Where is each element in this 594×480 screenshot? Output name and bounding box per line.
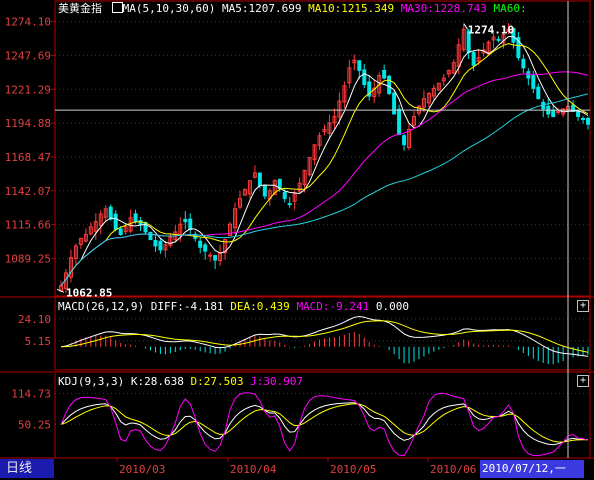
candle-body [357,60,362,71]
ma60-value: MA60: [493,2,527,15]
crosshair-cursor [55,1,590,458]
ma-params: MA(5,10,30,60) [122,2,216,15]
kdj-params: KDJ(9,3,3) [58,375,125,388]
candle-body [531,75,536,89]
candle-body [198,240,203,248]
kdj-tick-label: 114.73 [11,387,51,400]
kdj-j: J:30.907 [250,375,304,388]
kdj-tick-label: 50.25 [18,418,51,431]
candle-body [586,117,590,125]
macd-params: MACD(26,12,9) [58,300,145,313]
stock-chart[interactable]: 1274.10 1247.69 1221.29 1194.88 1168.47 1142.… [0,0,594,480]
candle-body [402,135,407,146]
candle-body [257,172,262,187]
price-tick-label: 1142.07 [5,185,51,198]
candle-body [282,191,287,200]
candle-body [183,218,188,223]
cursor-date-label: 2010/07/12,一 [480,460,584,478]
low-annotation: 1062.85 [66,286,112,299]
kdj-panel [60,392,589,457]
status-bar: 日线 2010/07/12,一 [0,459,594,480]
price-tick-label: 1221.29 [5,83,51,96]
candle-body [387,75,392,94]
ma30-value: MA30:1228.743 [400,2,487,15]
candle-body [551,109,556,118]
candle-body [471,52,476,66]
price-tick-label: 1274.10 [5,16,51,29]
price-tick-label: 1115.66 [5,219,51,232]
panel-frame [54,0,591,297]
candle-body [536,86,541,100]
candle-body [496,38,501,41]
ma60-line [60,93,589,287]
kdj-k: K:28.638 [130,375,184,388]
candlestick-series [59,23,590,293]
price-tick-label: 1247.69 [5,49,51,62]
candle-body [203,244,208,252]
ma30-line [60,71,589,287]
period-tab-daily[interactable]: 日线 [0,459,54,478]
candle-body [362,69,367,86]
macd-panel [60,315,589,365]
ma10-line [60,43,589,287]
ma10-value: MA10:1215.349 [308,2,395,15]
macd-dea: DEA:0.439 [230,300,290,313]
candle-body [397,108,402,135]
high-annotation: 1274.10 [468,24,514,37]
ma5-line [60,36,589,287]
kdj-d: D:27.503 [190,375,244,388]
macd-tick-label: 5.15 [25,335,52,348]
candle-body [118,228,123,235]
candle-body [113,213,118,230]
kdj-legend: KDJ(9,3,3) K:28.638 D:27.503 J:30.907 [58,376,303,388]
candle-body [392,92,397,115]
candle-body [382,69,387,79]
price-tick-label: 1168.47 [5,151,51,164]
ma5-value: MA5:1207.699 [221,2,302,15]
candle-body [153,239,158,247]
kdj-line [60,403,589,443]
candle-body [262,185,267,197]
candle-body [213,255,218,261]
instrument-name: 美黄金指 [58,2,102,15]
kdj-line [60,392,589,457]
candle-body [576,111,581,118]
candle-body [148,231,153,241]
candle-body [277,178,282,189]
chart-type-icon[interactable] [111,2,123,13]
price-tick-label: 1089.25 [5,253,51,266]
candle-body [526,71,531,79]
kdj-line [60,402,589,446]
price-tick-label: 1194.88 [5,117,51,130]
macd-tick-label: 24.10 [18,313,51,326]
candle-body [108,206,113,220]
macd-diff: DIFF:-4.181 [150,300,224,313]
kdj-close-icon[interactable]: + [577,375,589,387]
macd-close-icon[interactable]: + [577,300,589,312]
macd-legend: MACD(26,12,9) DIFF:-4.181 DEA:0.439 MACD… [58,301,409,313]
candle-body [188,218,193,230]
macd-line [60,320,589,353]
candle-body [581,118,586,121]
candle-body [133,213,138,223]
macd-line [60,315,589,357]
price-legend: 美黄金指 MA(5,10,30,60) MA5:1207.699 MA10:12… [58,2,527,15]
macd-value: MACD:-9.241 [296,300,370,313]
candle-body [287,203,292,206]
candle-body [521,58,526,69]
macd-extra: 0.000 [375,300,410,313]
moving-average-lines [60,36,589,287]
candle-body [158,240,163,251]
